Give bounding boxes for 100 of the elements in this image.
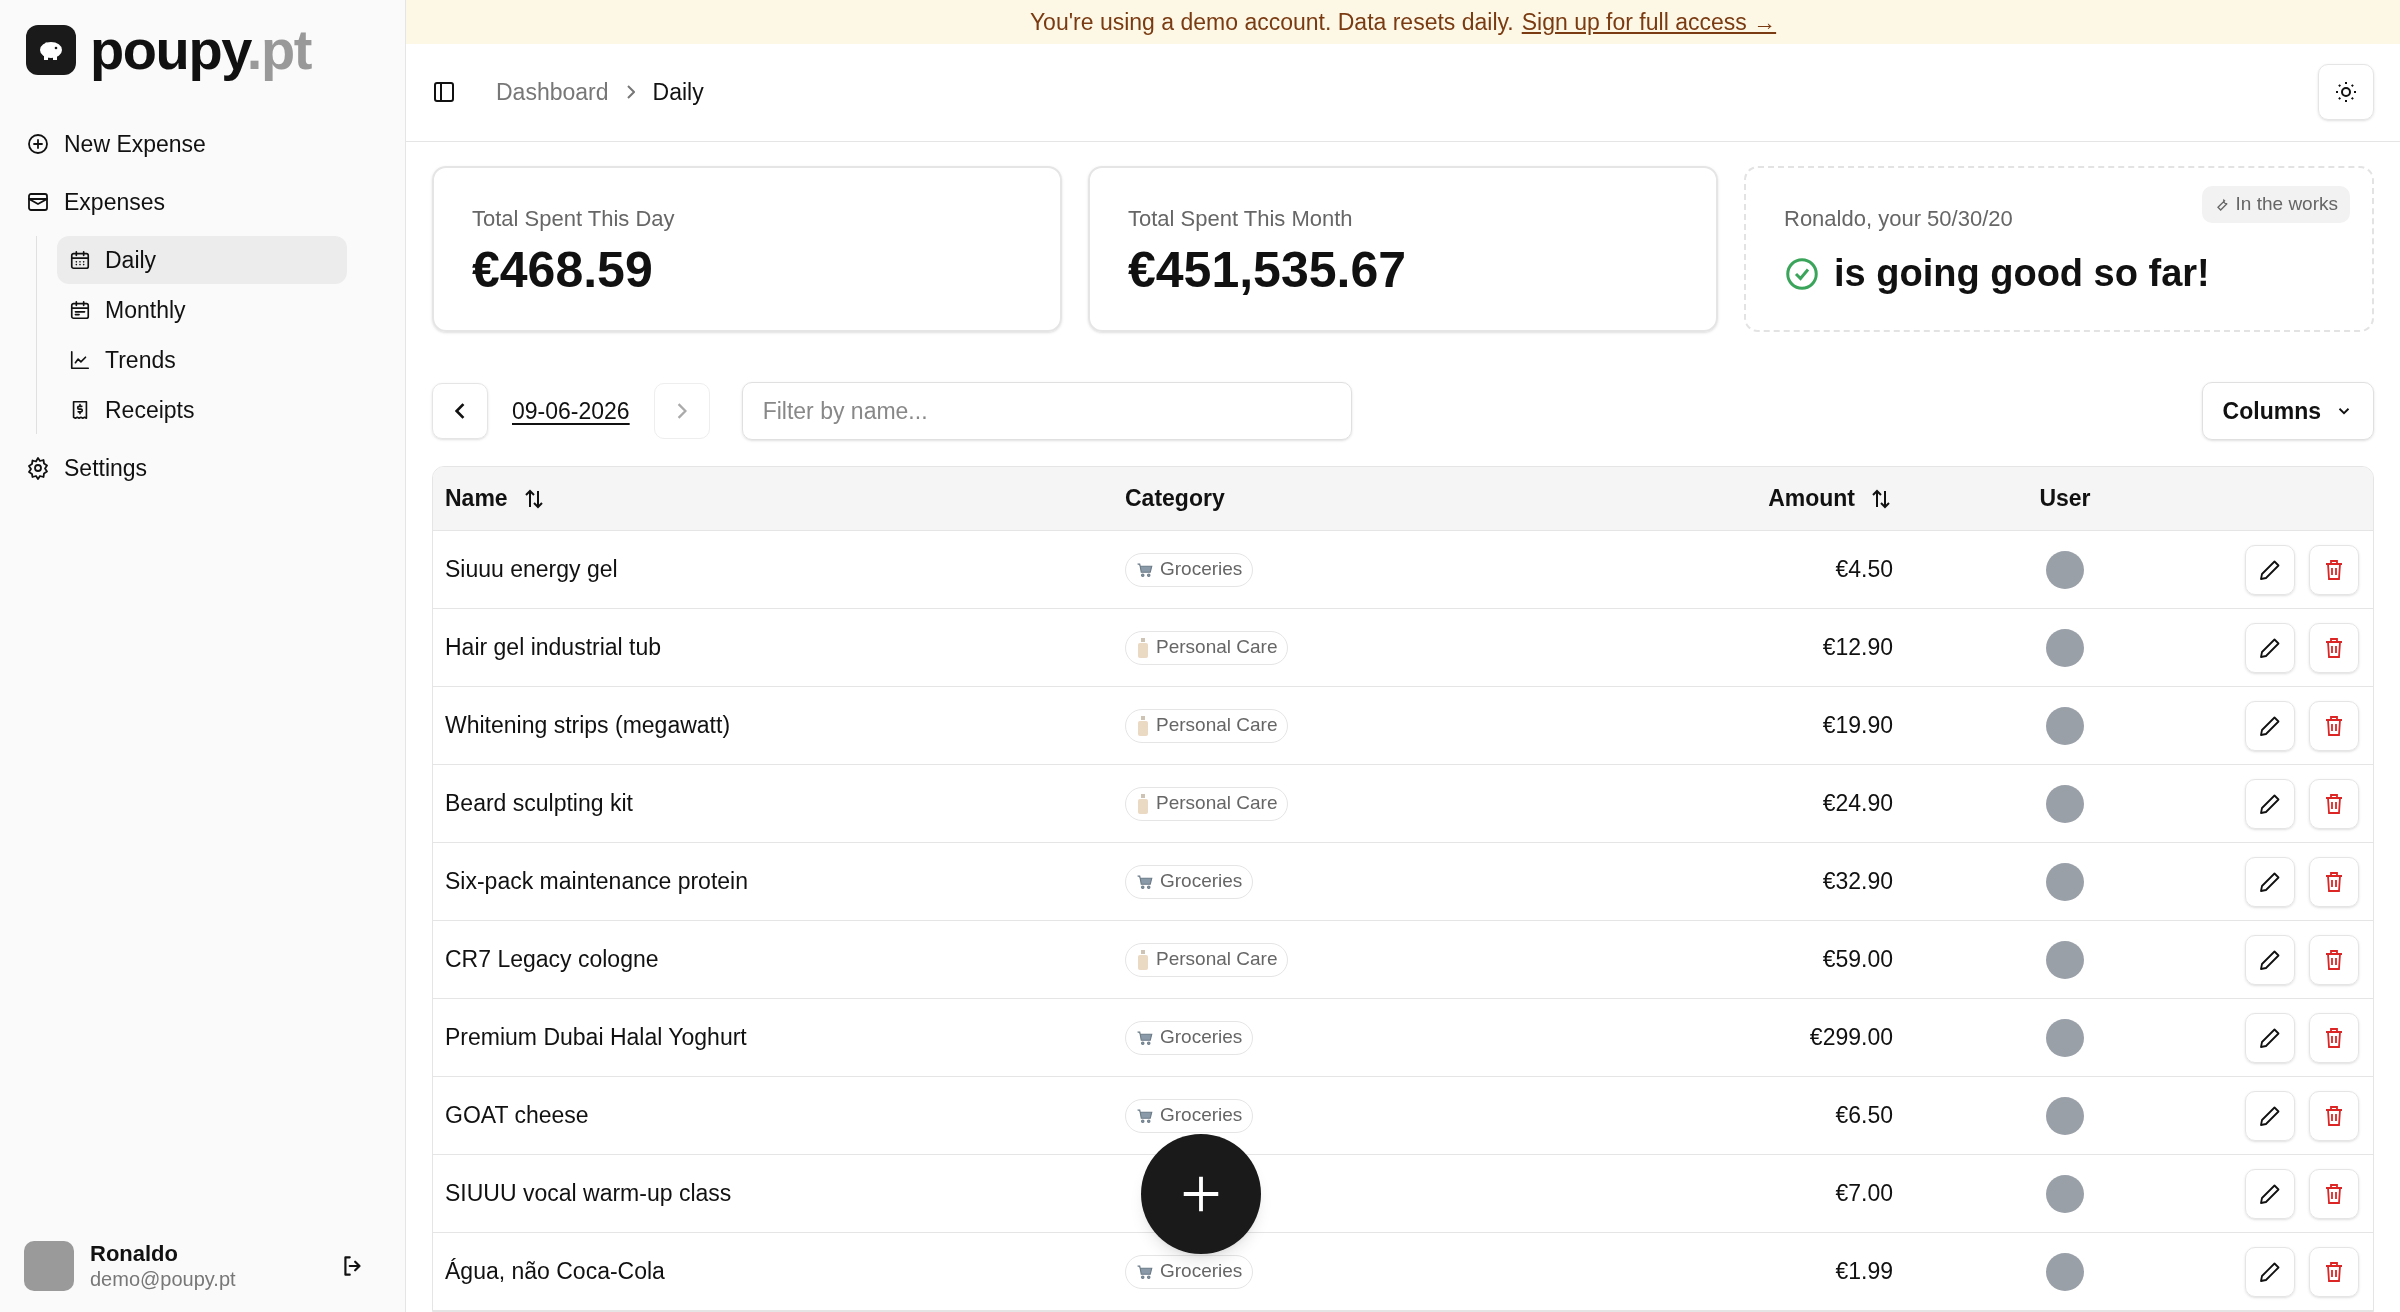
column-header: Category [1125,484,1225,514]
breadcrumb-link[interactable]: Dashboard [496,75,609,110]
delete-button[interactable] [2309,1012,2359,1063]
edit-button[interactable] [2245,1246,2295,1297]
lotion-bottle-icon [1136,949,1150,970]
column-header[interactable]: Name [445,481,546,516]
user-avatar [2046,628,2084,667]
user-email: demo@poupy.pt [90,1267,236,1292]
cart-icon [1136,560,1154,579]
expense-name: Whitening strips (megawatt) [444,711,732,741]
card-value: is going good so far! [1834,251,2210,296]
chevron-right-icon [626,85,635,100]
lotion-bottle-icon [1136,637,1150,658]
settings-icon [26,456,50,480]
edit-button[interactable] [2245,1168,2295,1219]
user-name: Ronaldo [90,1239,179,1267]
amount: €6.50 [1834,1101,1893,1131]
card-value: €468.59 [472,241,654,300]
nav-item[interactable]: Expenses [24,178,381,226]
expense-name: GOAT cheese [444,1101,590,1131]
expense-name: Premium Dubai Halal Yoghurt [444,1023,748,1053]
delete-button[interactable] [2309,700,2359,751]
avatar [24,1240,74,1291]
line-chart-icon [69,349,91,371]
delete-button[interactable] [2309,544,2359,595]
user-avatar [2046,862,2084,901]
lotion-bottle-icon [1136,715,1150,736]
amount: €24.90 [1821,789,1893,819]
nav-item[interactable]: Monthly [57,286,347,334]
amount: €1.99 [1834,1257,1893,1287]
delete-button[interactable] [2309,622,2359,673]
nav-item[interactable]: Daily [57,236,347,284]
edit-button[interactable] [2245,544,2295,595]
card-label: Total Spent This Month [1128,205,1353,233]
cart-icon [1136,872,1154,891]
nav-item[interactable]: New Expense [24,120,381,168]
inbox-icon [26,190,50,214]
in-progress-badge: In the works [2201,186,2350,223]
card-value: €451,535.67 [1128,241,1408,300]
cart-icon [1136,1262,1154,1281]
calendar-icon [69,249,91,271]
delete-button[interactable] [2309,778,2359,829]
cart-icon [1136,1028,1154,1047]
nav-item[interactable]: Settings [24,444,381,492]
theme-toggle-button[interactable] [2318,64,2374,121]
delete-button[interactable] [2309,1090,2359,1141]
delete-button[interactable] [2309,1168,2359,1219]
user-avatar [2046,706,2084,745]
edit-button[interactable] [2245,700,2295,751]
cart-icon [1136,1106,1154,1125]
edit-button[interactable] [2245,934,2295,985]
amount: €4.50 [1834,555,1893,585]
expense-name: Água, não Coca-Cola [444,1257,666,1287]
amount: €19.90 [1821,711,1893,741]
amount: €7.00 [1834,1179,1893,1209]
signup-link[interactable]: Sign up for full access → [1521,4,1777,39]
delete-button[interactable] [2309,934,2359,985]
expense-name: SIUUU vocal warm-up class [444,1179,733,1209]
check-circle-icon [1784,255,1820,292]
nav-item[interactable]: Trends [57,336,347,384]
expense-name: Siuuu energy gel [444,555,619,585]
user-avatar [2046,1096,2084,1135]
user-avatar [2046,940,2084,979]
banner-text: You're using a demo account. Data resets daily. [1029,7,1514,37]
sun-icon [2334,80,2358,105]
user-avatar [2046,550,2084,589]
nav-item[interactable]: Receipts [57,386,347,434]
filter-input[interactable]: Filter by name... [741,382,1352,440]
expense-name: Six-pack maintenance protein [444,867,749,897]
expense-name: Beard sculpting kit [444,789,634,819]
expense-name: CR7 Legacy cologne [444,945,660,975]
edit-button[interactable] [2245,778,2295,829]
chevron-left-icon [455,403,465,419]
card-label: Total Spent This Day [472,205,675,233]
amount: €59.00 [1821,945,1893,975]
delete-button[interactable] [2309,856,2359,907]
sidebar-toggle-icon[interactable] [432,80,456,105]
user-avatar [2046,1174,2084,1213]
amount: €32.90 [1821,867,1893,897]
calendar-icon [69,299,91,321]
edit-button[interactable] [2245,1090,2295,1141]
edit-button[interactable] [2245,856,2295,907]
piggy-bank-logo [26,25,76,75]
delete-button[interactable] [2309,1246,2359,1297]
column-header[interactable]: Amount [1768,481,1893,516]
plus-circle-icon [26,132,50,156]
amount: €12.90 [1821,633,1893,663]
edit-button[interactable] [2245,622,2295,673]
card-label: Ronaldo, your 50/30/20 [1784,205,2013,233]
date-link[interactable]: 09-06-2026 [512,393,630,429]
columns-button[interactable]: Columns [2201,382,2374,440]
user-avatar [2046,784,2084,823]
lotion-bottle-icon [1136,793,1150,814]
chevron-right-icon [676,403,687,419]
breadcrumb-current: Daily [652,78,704,107]
edit-button[interactable] [2245,1012,2295,1063]
user-avatar [2046,1018,2084,1057]
amount: €299.00 [1808,1023,1893,1053]
column-header: User [2039,484,2091,514]
expense-name: Hair gel industrial tub [444,633,663,663]
